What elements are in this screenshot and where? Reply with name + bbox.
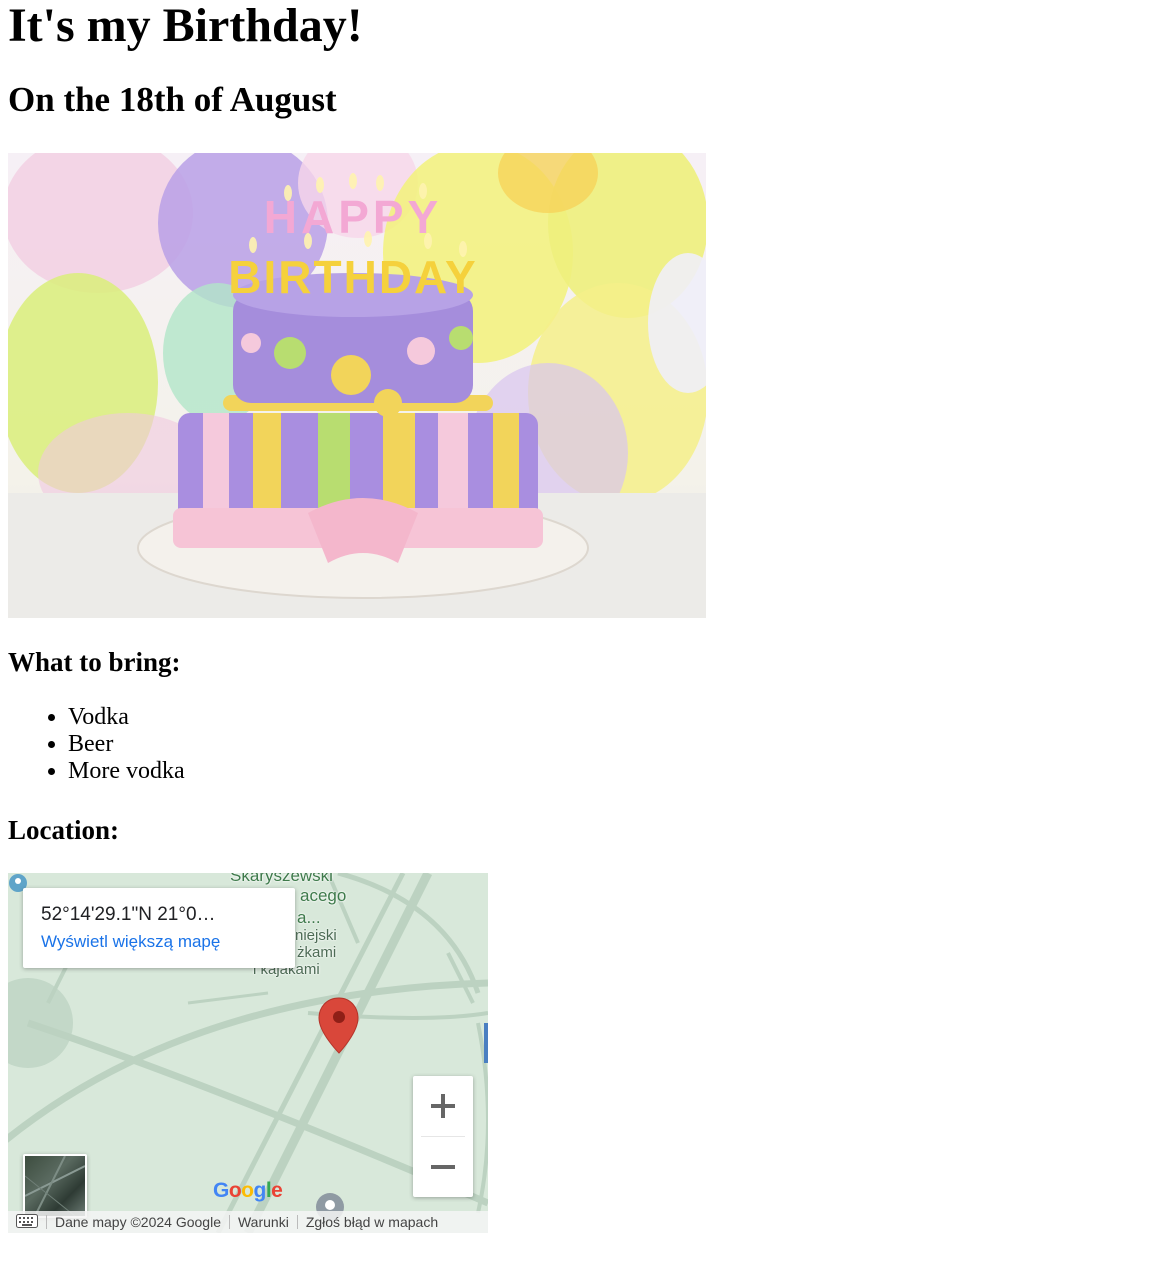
- report-map-error-link[interactable]: Zgłoś błąd w mapach: [298, 1214, 446, 1230]
- map-label: żkami: [297, 944, 337, 961]
- list-item: Beer: [68, 731, 1166, 758]
- page: It's my Birthday! On the 18th of August: [0, 0, 1174, 1233]
- cake-illustration: HAPPY BIRTHDAY: [8, 153, 706, 618]
- zoom-out-button[interactable]: [413, 1137, 473, 1197]
- map-label: niejski: [295, 927, 337, 944]
- embedded-map[interactable]: Skaryszewski acego a... niejski żkami i …: [8, 873, 488, 1233]
- terms-link[interactable]: Warunki: [230, 1214, 297, 1230]
- map-footer: Dane mapy ©2024 Google Warunki Zgłoś błą…: [8, 1211, 488, 1233]
- map-label: Skaryszewski: [230, 873, 333, 885]
- zoom-in-button[interactable]: [413, 1076, 473, 1136]
- candles-birthday-text: BIRTHDAY: [228, 251, 477, 303]
- satellite-layer-toggle[interactable]: [23, 1154, 87, 1218]
- map-data-attribution: Dane mapy ©2024 Google: [55, 1214, 221, 1230]
- map-label: a...: [297, 908, 321, 927]
- page-subtitle: On the 18th of August: [8, 80, 337, 119]
- satellite-thumbnail-icon: [25, 1156, 85, 1216]
- plus-icon: [431, 1094, 455, 1118]
- keyboard-shortcuts-icon[interactable]: [8, 1213, 46, 1231]
- bring-list: Vodka Beer More vodka: [8, 704, 1166, 785]
- map-label: acego: [300, 886, 347, 905]
- map-coordinates: 52°14'29.1"N 21°0…: [41, 904, 216, 925]
- view-larger-map-link[interactable]: Wyświetl większą mapę: [41, 932, 220, 952]
- list-item: More vodka: [68, 758, 1166, 785]
- google-logo: Google: [213, 1179, 283, 1202]
- cake-image: HAPPY BIRTHDAY: [8, 153, 706, 618]
- map-info-card: 52°14'29.1"N 21°0… Wyświetl większą mapę: [23, 888, 295, 968]
- minus-icon: [431, 1165, 455, 1169]
- page-title: It's my Birthday!: [8, 0, 363, 52]
- zoom-controls: [413, 1076, 473, 1197]
- location-heading: Location:: [8, 815, 119, 845]
- list-item: Vodka: [68, 704, 1166, 731]
- bring-heading: What to bring:: [8, 647, 181, 677]
